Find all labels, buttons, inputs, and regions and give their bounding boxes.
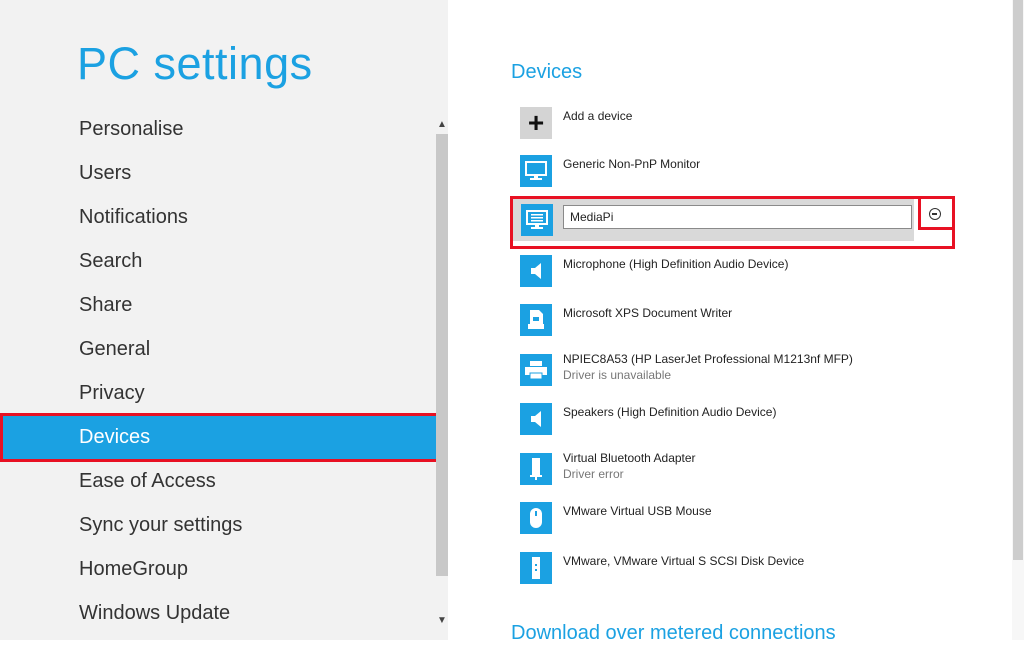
device-name: Speakers (High Definition Audio Device): [563, 405, 777, 419]
device-item[interactable]: Virtual Bluetooth Adapter Driver error: [511, 451, 951, 499]
nav-scrollbar[interactable]: ▲ ▼: [436, 110, 448, 640]
speaker-icon: [520, 403, 552, 435]
device-item[interactable]: Speakers (High Definition Audio Device): [511, 403, 951, 449]
nav-scroll-thumb[interactable]: [436, 134, 448, 576]
printer-icon: [520, 354, 552, 386]
device-item[interactable]: VMware, VMware Virtual S SCSI Disk Devic…: [511, 552, 951, 598]
device-item-editing[interactable]: MediaPi: [512, 199, 914, 241]
minus-circle-icon: [929, 208, 941, 220]
device-name: Microsoft XPS Document Writer: [563, 306, 733, 320]
add-device-label: Add a device: [563, 109, 633, 123]
nav-item-devices[interactable]: Devices: [0, 415, 436, 459]
device-item[interactable]: VMware Virtual USB Mouse: [511, 502, 951, 548]
devices-section-title: Devices: [511, 61, 583, 83]
usb-drive-icon: [520, 453, 552, 485]
main-scrollbar[interactable]: [1012, 0, 1024, 640]
nav-item-personalise[interactable]: Personalise: [0, 107, 436, 151]
main-scroll-thumb[interactable]: [1013, 0, 1023, 560]
nav-item-ease-of-access[interactable]: Ease of Access: [0, 459, 436, 503]
nav-item-users[interactable]: Users: [0, 151, 436, 195]
scroll-up-arrow-icon[interactable]: ▲: [436, 118, 448, 132]
remove-device-area: [918, 199, 952, 231]
add-device-button[interactable]: + Add a device: [511, 107, 951, 153]
monitor-icon: [521, 204, 553, 236]
nav-item-privacy[interactable]: Privacy: [0, 371, 436, 415]
speaker-icon: [520, 255, 552, 287]
device-item[interactable]: Microphone (High Definition Audio Device…: [511, 255, 951, 301]
remove-device-button[interactable]: [922, 202, 948, 226]
metered-connections-heading: Download over metered connections: [511, 622, 836, 644]
device-item[interactable]: NPIEC8A53 (HP LaserJet Professional M121…: [511, 352, 951, 400]
mouse-icon: [520, 502, 552, 534]
nav-pane: PC settings Personalise Users Notificati…: [0, 0, 448, 640]
device-name: Virtual Bluetooth Adapter: [563, 451, 696, 465]
device-status: Driver is unavailable: [563, 368, 672, 382]
nav-item-search[interactable]: Search: [0, 239, 436, 283]
app-title: PC settings: [77, 38, 313, 89]
device-rename-input[interactable]: MediaPi: [563, 205, 912, 229]
document-printer-icon: [520, 304, 552, 336]
device-name: VMware, VMware Virtual S SCSI Disk Devic…: [563, 554, 805, 568]
device-name: Microphone (High Definition Audio Device…: [563, 257, 789, 271]
nav-item-share[interactable]: Share: [0, 283, 436, 327]
nav-item-general[interactable]: General: [0, 327, 436, 371]
device-name: VMware Virtual USB Mouse: [563, 504, 712, 518]
plus-icon: +: [520, 107, 552, 139]
nav-item-notifications[interactable]: Notifications: [0, 195, 436, 239]
nav-item-windows-update[interactable]: Windows Update: [0, 591, 436, 635]
device-status: Driver error: [563, 467, 624, 481]
nav-item-sync-settings[interactable]: Sync your settings: [0, 503, 436, 547]
monitor-icon: [520, 155, 552, 187]
device-name: Generic Non-PnP Monitor: [563, 157, 701, 171]
device-item[interactable]: Generic Non-PnP Monitor: [511, 155, 951, 201]
nav-item-homegroup[interactable]: HomeGroup: [0, 547, 436, 591]
device-name: NPIEC8A53 (HP LaserJet Professional M121…: [563, 352, 853, 366]
device-item[interactable]: Microsoft XPS Document Writer: [511, 304, 951, 350]
scroll-down-arrow-icon[interactable]: ▼: [436, 614, 448, 628]
disk-icon: [520, 552, 552, 584]
